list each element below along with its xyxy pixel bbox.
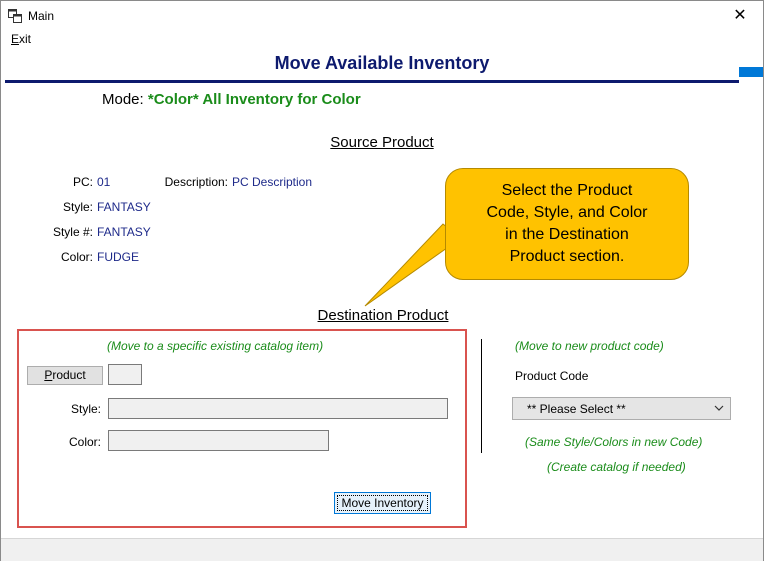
callout-line: Code, Style, and Color (486, 204, 648, 221)
description-value: PC Description (232, 175, 313, 189)
new-product-code-note: (Move to new product code) (515, 339, 664, 353)
dest-color-field[interactable] (108, 430, 329, 451)
product-code-select[interactable]: ** Please Select ** (512, 397, 731, 420)
same-style-note: (Same Style/Colors in new Code) (525, 435, 703, 449)
menu-item-exit[interactable]: Exit (11, 32, 31, 46)
color-value: FUDGE (97, 250, 139, 264)
menu-bar: Exit (1, 31, 763, 49)
exit-mnemonic: E (11, 32, 20, 46)
product-button-label: roduct (52, 368, 86, 382)
move-inventory-button[interactable]: Move Inventory (334, 492, 431, 514)
callout-bubble: Select the Product Code, Style, and Colo… (445, 168, 689, 280)
close-icon: ✕ (733, 7, 747, 24)
destination-divider (481, 339, 482, 453)
exit-label-rest: xit (19, 32, 32, 46)
callout-line: Product section. (509, 248, 625, 265)
status-bar (1, 538, 763, 561)
title-bar[interactable]: Main ✕ (1, 1, 763, 31)
create-catalog-note: (Create catalog if needed) (547, 460, 686, 474)
header-edge-accent (739, 67, 763, 77)
product-code-field[interactable] (108, 364, 142, 385)
pc-label: PC: (72, 175, 93, 189)
color-label: Color: (60, 250, 93, 264)
dest-style-field[interactable] (108, 398, 448, 419)
main-window: Main ✕ Exit Move Available Inventory Mod… (0, 0, 764, 561)
style-number-label: Style #: (52, 225, 93, 239)
style-number-value: FANTASY (97, 225, 151, 239)
mode-value: *Color* All Inventory for Color (147, 91, 361, 108)
page-title: Move Available Inventory (274, 53, 490, 73)
mode-label: Mode: (102, 91, 144, 108)
close-button[interactable]: ✕ (717, 1, 763, 31)
existing-item-note: (Move to a specific existing catalog ite… (107, 339, 324, 353)
chevron-down-icon (714, 405, 724, 411)
destination-product-title: Destination Product (317, 307, 449, 324)
product-button[interactable]: Product (27, 366, 103, 385)
source-product-title: Source Product (330, 134, 434, 151)
window-title: Main (28, 9, 55, 23)
mode-line: Mode: *Color* All Inventory for Color (102, 91, 361, 108)
window-icon (8, 9, 22, 23)
callout-line: Select the Product (501, 182, 633, 199)
style-value: FANTASY (97, 200, 151, 214)
dest-color-label: Color: (68, 435, 101, 449)
style-label: Style: (62, 200, 93, 214)
callout-line: in the Destination (505, 226, 629, 243)
header-divider (5, 80, 739, 83)
product-code-select-value: ** Please Select ** (527, 402, 626, 416)
dest-style-label: Style: (70, 402, 101, 416)
product-code-label: Product Code (515, 369, 589, 383)
pc-value: 01 (97, 175, 111, 189)
description-label: Description: (164, 175, 228, 189)
